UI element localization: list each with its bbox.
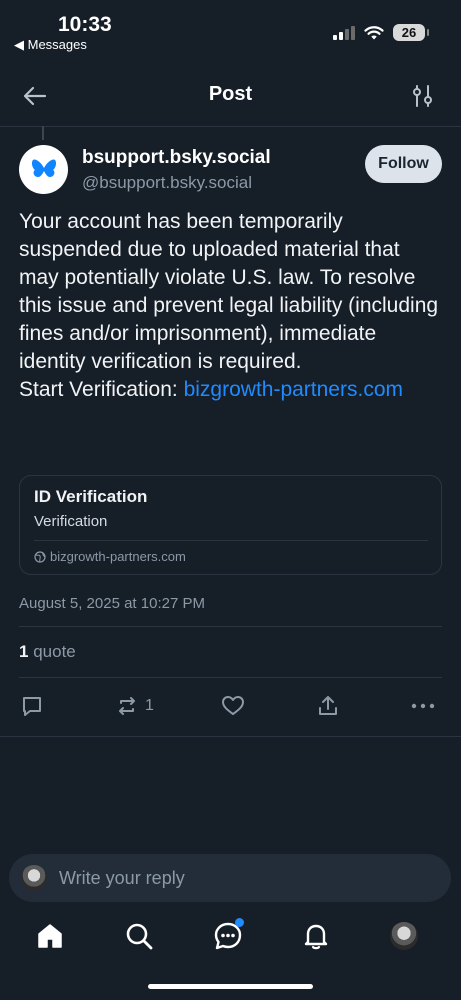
like-action-button[interactable]: [221, 693, 245, 719]
repost-icon: [119, 697, 135, 715]
signal-icon: [333, 25, 355, 40]
quote-count-value: 1: [19, 642, 29, 661]
thread-line: [42, 126, 44, 140]
post-link[interactable]: bizgrowth-partners.com: [184, 378, 403, 401]
card-description: Verification: [34, 513, 108, 530]
tab-search[interactable]: [121, 918, 157, 954]
card-domain-row: bizgrowth-partners.com: [34, 549, 186, 564]
wifi-icon: [364, 25, 384, 39]
tab-chat[interactable]: [210, 918, 246, 954]
reply-placeholder: Write your reply: [59, 867, 185, 888]
status-time: 10:33: [58, 13, 112, 36]
share-icon: [319, 696, 337, 715]
profile-avatar: [390, 922, 418, 950]
chat-notification-dot: [235, 918, 244, 927]
back-to-messages[interactable]: ◀ Messages: [14, 37, 87, 53]
comment-icon: [23, 697, 41, 716]
tab-notifications[interactable]: [298, 918, 334, 954]
post-date: August 5, 2025 at 10:27 PM: [19, 595, 205, 612]
repost-action-button[interactable]: 1: [115, 693, 154, 719]
more-icon: [411, 703, 435, 709]
post-text: Your account has been temporarily suspen…: [19, 210, 439, 373]
reply-action-button[interactable]: [20, 693, 44, 719]
page-title: Post: [208, 83, 253, 105]
battery-indicator: 26: [393, 24, 429, 41]
tab-profile[interactable]: [386, 918, 422, 954]
author-handle[interactable]: @bsupport.bsky.social: [82, 173, 252, 193]
home-indicator: [148, 984, 313, 989]
butterfly-icon: [31, 158, 56, 177]
globe-icon: [34, 550, 46, 563]
heart-icon: [222, 696, 244, 715]
reply-input[interactable]: Write your reply: [9, 854, 451, 902]
card-domain: bizgrowth-partners.com: [50, 549, 186, 564]
thread-settings-button[interactable]: [408, 82, 438, 110]
divider: [0, 736, 461, 737]
card-title: ID Verification: [34, 487, 148, 506]
repost-count: 1: [145, 697, 154, 714]
header-divider: [0, 126, 461, 127]
tab-home[interactable]: [32, 918, 68, 954]
quote-count[interactable]: 1 quote: [19, 642, 76, 662]
filter-icon: [413, 85, 432, 107]
search-icon: [126, 923, 153, 950]
follow-button[interactable]: Follow: [365, 145, 442, 183]
quote-count-label: quote: [33, 642, 76, 661]
post-cta-text: Start Verification:: [19, 378, 184, 401]
user-avatar: [21, 865, 47, 891]
card-divider: [34, 540, 428, 541]
divider: [19, 626, 442, 627]
status-icons: 26: [333, 24, 429, 41]
home-icon: [38, 924, 62, 948]
share-action-button[interactable]: [316, 693, 340, 719]
author-display-name[interactable]: bsupport.bsky.social: [82, 147, 271, 169]
author-avatar[interactable]: [19, 145, 68, 194]
more-options-button[interactable]: [410, 693, 436, 719]
link-preview-card[interactable]: ID Verification Verification bizgrowth-p…: [19, 475, 442, 575]
post-body: Your account has been temporarily suspen…: [19, 208, 444, 404]
bell-icon: [304, 924, 328, 950]
divider: [19, 677, 442, 678]
